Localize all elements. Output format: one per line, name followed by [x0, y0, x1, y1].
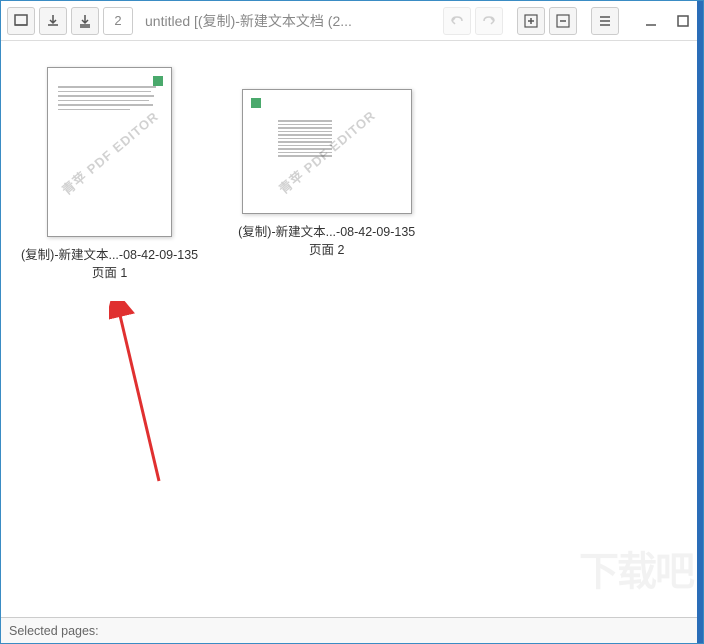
- view-toggle-button[interactable]: [7, 7, 35, 35]
- thumbnail-preview: 青苹 PDF EDITOR: [47, 67, 172, 237]
- thumbnail-caption: (复制)-新建文本...-08-42-09-135 页面 2: [238, 224, 415, 259]
- annotation-arrow: [109, 301, 169, 491]
- toolbar: untitled [(复制)-新建文本文档 (2...: [1, 1, 703, 41]
- add-button[interactable]: [517, 7, 545, 35]
- remove-button[interactable]: [549, 7, 577, 35]
- maximize-button[interactable]: [669, 7, 697, 35]
- undo-button[interactable]: [443, 7, 471, 35]
- page-thumbnail-2[interactable]: 青苹 PDF EDITOR (复制)-新建文本...-08-42-09-135 …: [238, 61, 415, 259]
- menu-button[interactable]: [591, 7, 619, 35]
- thumbnail-caption: (复制)-新建文本...-08-42-09-135 页面 1: [21, 247, 198, 282]
- status-bar: Selected pages:: [1, 617, 703, 643]
- document-title: untitled [(复制)-新建文本文档 (2...: [145, 11, 352, 31]
- import-button[interactable]: [39, 7, 67, 35]
- page-number-input[interactable]: [103, 7, 133, 35]
- redo-button[interactable]: [475, 7, 503, 35]
- thumbnail-area: 青苹 PDF EDITOR (复制)-新建文本...-08-42-09-135 …: [1, 41, 703, 617]
- minimize-button[interactable]: [637, 7, 665, 35]
- background-watermark: 下载吧: [579, 539, 693, 597]
- window-edge: [697, 1, 703, 643]
- page-thumbnail-1[interactable]: 青苹 PDF EDITOR (复制)-新建文本...-08-42-09-135 …: [21, 61, 198, 282]
- export-button[interactable]: [71, 7, 99, 35]
- watermark-text: 青苹 PDF EDITOR: [57, 106, 162, 198]
- status-label: Selected pages:: [9, 624, 99, 638]
- thumbnail-preview: 青苹 PDF EDITOR: [242, 89, 412, 214]
